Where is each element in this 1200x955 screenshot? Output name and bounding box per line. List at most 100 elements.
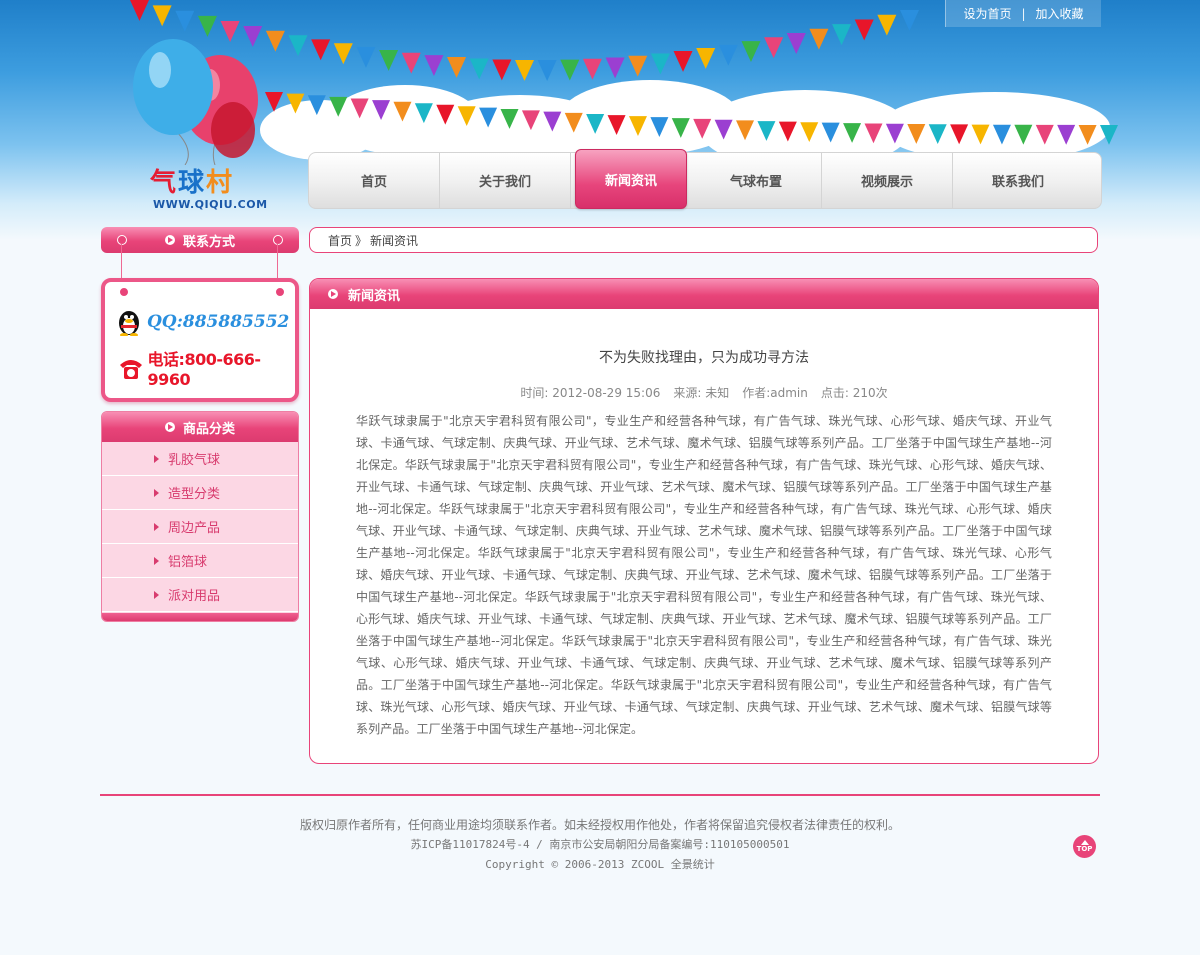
flag	[971, 124, 990, 145]
flag	[693, 118, 712, 139]
flag	[329, 96, 348, 117]
flag	[800, 122, 819, 142]
flag	[414, 103, 433, 124]
site-logo[interactable]: 气球村 WWW.QIQIU.COM	[150, 168, 268, 211]
contact-title: 联系方式	[182, 234, 235, 250]
phone-number: 电话:800-666-9960	[147, 350, 261, 389]
flag	[379, 49, 399, 71]
set-home-link[interactable]: 设为首页	[963, 5, 1011, 22]
article-clicks: 点击: 210次	[820, 386, 888, 400]
back-to-top-button[interactable]: TOP	[1073, 835, 1096, 858]
phone-contact[interactable]: 电话:800-666-9960	[117, 346, 295, 389]
contact-title-bar: 联系方式	[101, 227, 299, 253]
flag	[356, 46, 376, 68]
article-source: 来源: 未知	[673, 386, 730, 400]
flag	[778, 121, 797, 142]
flag	[469, 58, 489, 80]
nav-item-contact[interactable]: 联系我们	[953, 153, 1083, 208]
logo-char: 村	[206, 168, 235, 198]
flag	[492, 59, 512, 81]
flag	[757, 121, 776, 141]
flag	[543, 111, 562, 132]
category-panel: 商品分类 乳胶气球 造型分类 周边产品 铝箔球 派对用品	[101, 411, 299, 622]
flag	[809, 28, 829, 50]
breadcrumb: 首页 》 新闻资讯	[309, 227, 1098, 253]
nav-item-video[interactable]: 视频展示	[822, 153, 953, 208]
logo-char: 气	[150, 168, 179, 198]
breadcrumb-current: 新闻资讯	[370, 233, 419, 248]
article-meta: 时间: 2012-08-29 15:06 来源: 未知 作者:admin 点击:…	[310, 384, 1098, 401]
flag	[582, 58, 602, 80]
flag	[605, 57, 625, 79]
flag	[877, 14, 897, 36]
nav-item-about[interactable]: 关于我们	[440, 153, 571, 208]
flag	[821, 122, 840, 143]
flag	[560, 59, 580, 81]
category-item-accessories[interactable]: 周边产品	[102, 510, 298, 544]
hanger-hole	[275, 287, 285, 297]
news-panel-header: 新闻资讯	[310, 279, 1098, 309]
flag	[537, 60, 557, 81]
flag	[864, 123, 883, 144]
article-author: 作者:admin	[742, 386, 808, 400]
qq-penguin-icon	[119, 311, 139, 336]
category-item-party[interactable]: 派对用品	[102, 578, 298, 612]
nav-item-balloon-decor[interactable]: 气球布置	[691, 153, 822, 208]
flag	[714, 119, 733, 140]
article-body: 华跃气球隶属于"北京天宇君科贸有限公司"，专业生产和经营各种气球，有广告气球、珠…	[356, 414, 1052, 736]
category-item-latex[interactable]: 乳胶气球	[102, 442, 298, 476]
footer-copyright-notice: 版权归原作者所有，任何商业用途均须联系作者。如未经授权用作他处，作者将保留追究侵…	[299, 818, 900, 832]
flag	[500, 109, 519, 129]
flag	[671, 118, 690, 138]
logo-char: 球	[178, 168, 207, 198]
news-panel: 新闻资讯 不为失败找理由，只为成功寻方法 时间: 2012-08-29 15:0…	[309, 278, 1099, 764]
top-links-separator: |	[1021, 6, 1026, 21]
flag	[350, 98, 369, 119]
flag	[521, 110, 540, 131]
flag	[586, 114, 605, 134]
nav-item-news[interactable]: 新闻资讯	[575, 149, 687, 209]
breadcrumb-arrow: 》	[355, 233, 368, 248]
news-panel-title: 新闻资讯	[348, 288, 401, 304]
flag	[900, 10, 919, 31]
hanger-hole	[117, 235, 127, 245]
flag	[843, 123, 862, 143]
flag	[175, 10, 195, 32]
qq-number: QQ:885885552	[147, 312, 290, 332]
flag	[288, 35, 308, 57]
flag	[1014, 124, 1033, 145]
logo-text: 气球村	[150, 168, 262, 198]
footer: 版权归原作者所有，任何商业用途均须联系作者。如未经授权用作他处，作者将保留追究侵…	[0, 815, 1200, 875]
arrow-circle-icon	[164, 235, 175, 245]
breadcrumb-home[interactable]: 首页	[328, 232, 352, 249]
flag	[393, 101, 412, 122]
flag	[447, 57, 467, 78]
logo-url: WWW.QIQIU.COM	[153, 198, 268, 211]
flag	[736, 120, 755, 141]
balloons-icon	[133, 39, 258, 165]
arrow-circle-icon	[328, 289, 338, 299]
flag	[832, 24, 852, 46]
flag	[854, 19, 874, 41]
flag	[372, 100, 391, 120]
bookmark-link[interactable]: 加入收藏	[1036, 5, 1084, 22]
article-title: 不为失败找理由，只为成功寻方法	[599, 350, 809, 366]
flag	[673, 50, 693, 72]
qq-contact[interactable]: QQ:885885552	[117, 308, 289, 336]
hanger-hole	[119, 287, 129, 297]
flag	[311, 39, 331, 61]
category-item-foil[interactable]: 铝箔球	[102, 544, 298, 578]
category-item-shapes[interactable]: 造型分类	[102, 476, 298, 510]
flag	[650, 117, 669, 137]
flag	[992, 124, 1011, 145]
footer-icp: 苏ICP备11017824号-4 / 南京市公安局朝阳分局备案编号:110105…	[410, 838, 790, 851]
nav-item-home[interactable]: 首页	[309, 153, 440, 208]
flag	[1035, 124, 1054, 145]
flag	[333, 43, 353, 65]
flag	[628, 116, 647, 136]
flag	[130, 0, 149, 21]
flag	[457, 106, 476, 127]
flag	[928, 124, 947, 145]
flag	[650, 53, 670, 75]
footer-divider	[100, 794, 1100, 796]
